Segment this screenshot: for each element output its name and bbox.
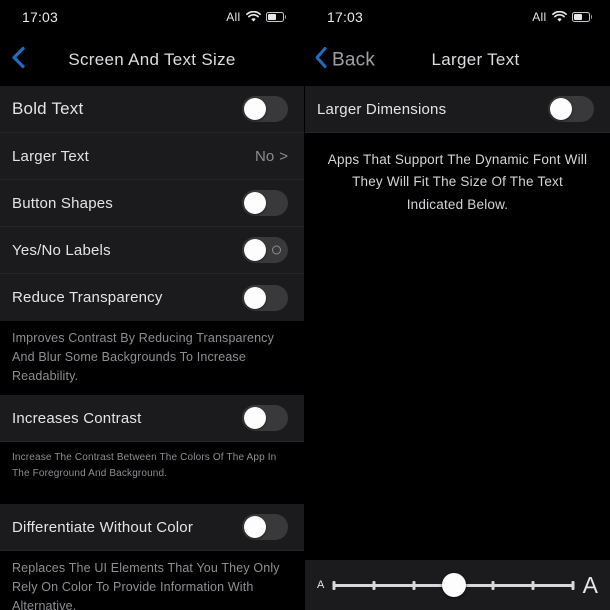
footnote-reduce-transparency: Improves Contrast By Reducing Transparen…	[12, 331, 274, 383]
slider-tick	[372, 580, 376, 590]
settings-group-display: Bold Text Larger Text No > Button Shapes…	[0, 86, 304, 321]
slider-tick	[571, 580, 575, 590]
footnote-increase-contrast: Increase The Contrast Between The Colors…	[12, 452, 277, 480]
row-label: Bold Text	[12, 99, 84, 118]
slider-tick	[332, 580, 336, 590]
carrier-label: All	[532, 10, 547, 24]
status-indicators: All	[532, 10, 592, 24]
off-marker-icon	[272, 245, 281, 255]
toggle-reduce-transparency[interactable]	[242, 284, 288, 311]
back-button-left[interactable]	[8, 45, 30, 76]
row-value: No	[255, 147, 275, 165]
slider-tick	[491, 580, 495, 590]
small-a-label: A	[317, 579, 325, 591]
row-bold-text[interactable]: Bold Text	[0, 86, 304, 133]
left-screen-panel: 17:03 All Screen And Text Size Bold Text…	[0, 0, 305, 610]
wifi-icon	[551, 11, 567, 23]
back-button-label: Back	[332, 49, 376, 70]
row-larger-text[interactable]: Larger Text No >	[0, 133, 304, 180]
status-indicators: All	[226, 10, 286, 24]
back-button-right[interactable]: Back	[313, 46, 375, 75]
large-a-label: A	[582, 571, 598, 598]
row-label: Yes/No Labels	[12, 241, 111, 259]
slider-knob[interactable]	[441, 573, 466, 597]
wifi-icon	[245, 11, 261, 23]
row-larger-dimensions[interactable]: Larger Dimensions	[305, 86, 610, 133]
nav-bar-right: Back Larger Text	[305, 34, 610, 86]
chevron-left-icon	[313, 46, 331, 75]
status-time: 17:03	[22, 9, 59, 25]
toggle-bold-text[interactable]	[242, 96, 288, 122]
chevron-left-icon	[8, 45, 30, 76]
row-button-shapes[interactable]: Button Shapes	[0, 180, 304, 227]
toggle-yes-no-labels[interactable]	[242, 237, 288, 263]
settings-list-left: Bold Text Larger Text No > Button Shapes…	[0, 86, 304, 610]
row-label: Differentiate Without Color	[12, 518, 194, 536]
toggle-button-shapes[interactable]	[242, 190, 288, 216]
slider-tick	[412, 580, 416, 590]
status-bar-right: 17:03 All	[305, 0, 610, 34]
dual-screen-container: 17:03 All Screen And Text Size Bold Text…	[0, 0, 610, 610]
row-value-group: No >	[255, 148, 288, 165]
status-bar-left: 17:03 All	[0, 0, 304, 34]
toggle-larger-dimensions[interactable]	[548, 96, 594, 122]
text-size-slider[interactable]	[332, 572, 575, 598]
battery-icon	[571, 12, 592, 22]
row-label: Larger Text	[12, 147, 89, 165]
row-yes-no-labels[interactable]: Yes/No Labels	[0, 227, 304, 274]
carrier-label: All	[226, 10, 241, 24]
row-label: Increases Contrast	[12, 409, 142, 427]
slider-tick	[531, 580, 535, 590]
row-label: Larger Dimensions	[317, 100, 447, 118]
row-label: Button Shapes	[12, 194, 114, 212]
page-title-left: Screen And Text Size	[68, 50, 236, 69]
battery-icon	[265, 12, 286, 22]
row-reduce-transparency[interactable]: Reduce Transparency	[0, 274, 304, 321]
text-size-slider-bar: A A	[305, 560, 610, 610]
toggle-differentiate-without-color[interactable]	[242, 514, 288, 541]
toggle-increase-contrast[interactable]	[242, 405, 288, 432]
row-differentiate-without-color[interactable]: Differentiate Without Color	[0, 504, 304, 552]
description-text: Apps That Support The Dynamic Font Will …	[327, 152, 588, 212]
status-time: 17:03	[327, 9, 364, 25]
nav-bar-left: Screen And Text Size	[0, 34, 304, 86]
right-screen-panel: 17:03 All Back Larger Text Larger Dimens…	[305, 0, 610, 610]
section-gap	[0, 492, 304, 505]
larger-text-content: Larger Dimensions Apps That Support The …	[305, 86, 610, 560]
row-label: Reduce Transparency	[12, 289, 163, 306]
chevron-right-icon: >	[279, 147, 288, 165]
footnote-differentiate: Replaces The UI Elements That You They O…	[12, 561, 280, 610]
row-increase-contrast[interactable]: Increases Contrast	[0, 395, 304, 443]
